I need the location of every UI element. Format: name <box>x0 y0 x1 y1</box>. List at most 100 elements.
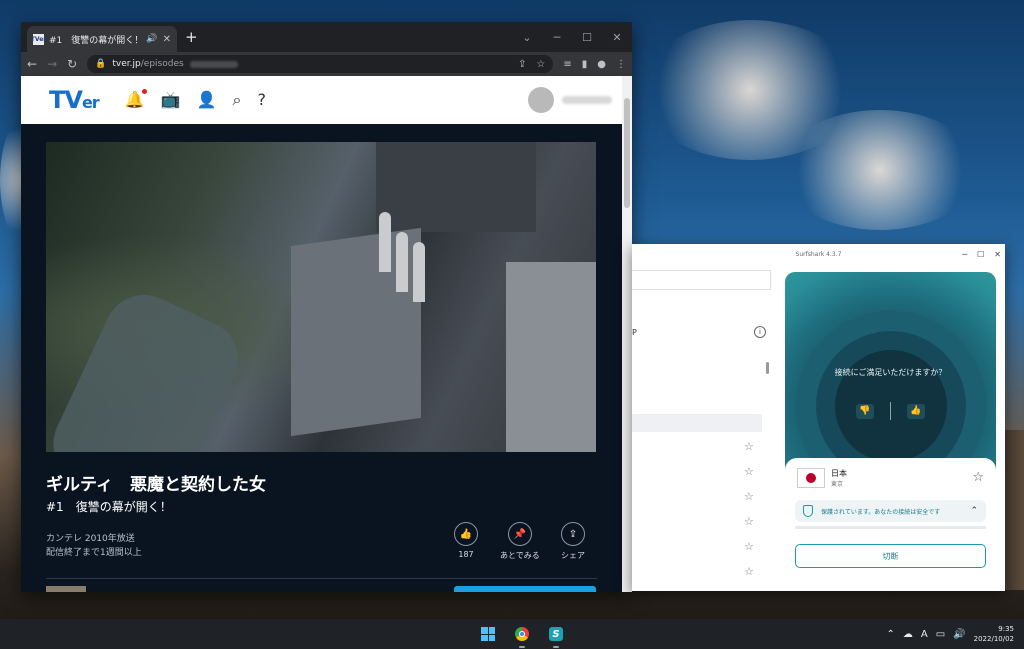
broadcaster-info: カンテレ 2010年放送 <box>46 534 135 544</box>
taskbar: S ⌃ ☁ A ▭ 🔊 9:35 2022/10/02 <box>0 619 1024 649</box>
bell-icon[interactable]: 🔔 <box>125 89 147 110</box>
browser-tab-active[interactable]: TVer #1 復讐の幕が開く！ | TVer 🔊 ✕ <box>27 26 177 52</box>
reading-list-icon[interactable]: ≡ <box>563 59 571 70</box>
disconnect-button[interactable]: 切断 <box>795 544 986 568</box>
close-window-button[interactable]: ✕ <box>994 250 1001 259</box>
video-player[interactable] <box>46 142 596 452</box>
episode-title: #1 復讐の幕が開く！ <box>46 500 172 514</box>
thumbs-up-button[interactable]: 👍 <box>907 403 925 419</box>
list-item[interactable]: P <box>632 328 637 337</box>
favorite-star-icon[interactable]: ☆ <box>744 515 754 528</box>
program-title: ギルティ 悪魔と契約した女 <box>46 475 266 495</box>
lock-icon: 🔒 <box>95 59 107 69</box>
tab-search-icon[interactable]: ⌄ <box>512 22 542 52</box>
search-icon[interactable]: ⌕ <box>232 90 241 110</box>
minimize-button[interactable]: ─ <box>542 22 572 52</box>
connection-panel: 日本 東京 ☆ 保護されています。あなたの接続は安全です ⌃ 切断 <box>785 458 996 591</box>
cast-thumbnail <box>46 586 86 592</box>
onedrive-icon[interactable]: ☁ <box>903 629 913 640</box>
surfshark-titlebar: Surfshark 4.3.7 ─ ☐ ✕ <box>632 244 1005 264</box>
info-icon[interactable]: i <box>754 326 766 338</box>
taskbar-surfshark[interactable]: S <box>545 623 567 648</box>
scrollbar-thumb[interactable] <box>624 98 630 208</box>
tver-logo[interactable]: TVer <box>49 86 100 114</box>
divider <box>46 578 597 579</box>
watch-later-action[interactable]: 📌 あとでみる <box>500 522 540 561</box>
address-bar[interactable]: 🔒 tver.jp/episodes ⇪ ☆ <box>87 55 554 73</box>
feedback-buttons: 👎 👍 <box>785 402 996 420</box>
person-icon[interactable]: 👤 <box>197 90 217 110</box>
chrome-window: TVer #1 復讐の幕が開く！ | TVer 🔊 ✕ + ⌄ ─ ☐ ✕ ← … <box>21 22 632 592</box>
desktop-cloud <box>780 110 980 230</box>
location-search-input[interactable] <box>632 270 771 290</box>
taskbar-chrome[interactable] <box>511 623 533 648</box>
maximize-button[interactable]: ☐ <box>977 250 984 259</box>
clock-time: 9:35 <box>998 625 1014 633</box>
favorite-star-icon[interactable]: ☆ <box>744 440 754 453</box>
help-icon[interactable]: ? <box>257 90 266 110</box>
chevron-up-icon[interactable]: ⌃ <box>887 629 895 640</box>
url-redacted <box>189 60 238 68</box>
watch-later-label: あとでみる <box>500 551 540 560</box>
share-label: シェア <box>561 551 585 560</box>
new-tab-button[interactable]: + <box>185 28 198 46</box>
video-scene <box>379 212 391 272</box>
profile-icon[interactable]: ● <box>597 59 606 70</box>
maximize-button[interactable]: ☐ <box>572 22 602 52</box>
favorite-star-icon[interactable]: ☆ <box>744 565 754 578</box>
video-scene <box>413 242 425 302</box>
connection-status[interactable]: 保護されています。あなたの接続は安全です ⌃ <box>795 500 986 522</box>
windows-logo-icon <box>481 627 495 641</box>
share-action[interactable]: ⇪ シェア <box>561 522 585 561</box>
thumbs-up-icon: 👍 <box>454 522 478 546</box>
side-panel-icon[interactable]: ▮ <box>582 59 588 70</box>
favorite-button[interactable] <box>454 586 596 592</box>
share-icon: ⇪ <box>561 522 585 546</box>
network-icon[interactable]: ▭ <box>936 629 945 640</box>
back-icon[interactable]: ← <box>27 57 37 71</box>
username-redacted <box>562 96 612 104</box>
ime-indicator[interactable]: A <box>921 629 928 640</box>
like-action[interactable]: 👍 187 <box>454 522 478 559</box>
clock-date: 2022/10/02 <box>973 635 1014 643</box>
chrome-icon <box>515 627 529 641</box>
thumbs-down-button[interactable]: 👎 <box>856 403 874 419</box>
tv-icon[interactable]: 📺 <box>161 90 181 110</box>
favorite-star-icon[interactable]: ☆ <box>744 540 754 553</box>
reload-icon[interactable]: ↻ <box>67 57 77 71</box>
list-item-selected[interactable] <box>632 414 762 432</box>
favorite-star-icon[interactable]: ☆ <box>744 490 754 503</box>
divider <box>890 402 891 420</box>
bookmark-star-icon[interactable]: ☆ <box>536 59 545 70</box>
connection-card: 接続にご満足いただけますか？ 👎 👍 日本 東京 ☆ 保護されています。あなたの… <box>785 272 996 591</box>
favorite-star-icon[interactable]: ☆ <box>972 470 984 485</box>
share-page-icon[interactable]: ⇪ <box>518 59 526 70</box>
pin-icon: 📌 <box>507 522 532 546</box>
minimize-button[interactable]: ─ <box>962 250 967 259</box>
window-controls: ⌄ ─ ☐ ✕ <box>512 22 632 52</box>
speaker-icon[interactable]: 🔊 <box>146 34 157 44</box>
avatar[interactable] <box>528 87 554 113</box>
running-indicator <box>553 646 559 648</box>
video-scene <box>46 281 252 452</box>
tab-title: #1 復讐の幕が開く！ | TVer <box>49 35 141 46</box>
surfshark-icon: S <box>549 627 563 641</box>
volume-icon[interactable]: 🔊 <box>953 629 965 640</box>
favorite-star-icon[interactable]: ☆ <box>744 465 754 478</box>
list-scrollbar[interactable] <box>766 362 769 374</box>
close-tab-icon[interactable]: ✕ <box>163 34 171 45</box>
status-text: 保護されています。あなたの接続は安全です <box>821 508 941 516</box>
start-button[interactable] <box>477 623 499 645</box>
menu-kebab-icon[interactable]: ⋮ <box>616 59 626 70</box>
clock[interactable]: 9:35 2022/10/02 <box>974 624 1014 644</box>
forward-icon[interactable]: → <box>47 57 57 71</box>
video-scene <box>506 262 596 452</box>
page-scrollbar[interactable] <box>622 76 632 592</box>
video-scene <box>396 232 408 292</box>
chevron-up-icon[interactable]: ⌃ <box>970 506 978 516</box>
surfshark-window-title: Surfshark 4.3.7 <box>795 250 842 258</box>
surfshark-window: Surfshark 4.3.7 ─ ☐ ✕ P i ☆ ☆ ☆ ☆ ☆ ☆ ☆ … <box>632 244 1005 591</box>
close-window-button[interactable]: ✕ <box>602 22 632 52</box>
favorite-star-icon[interactable]: ☆ <box>744 589 754 591</box>
system-tray: ⌃ ☁ A ▭ 🔊 9:35 2022/10/02 <box>887 619 1015 649</box>
